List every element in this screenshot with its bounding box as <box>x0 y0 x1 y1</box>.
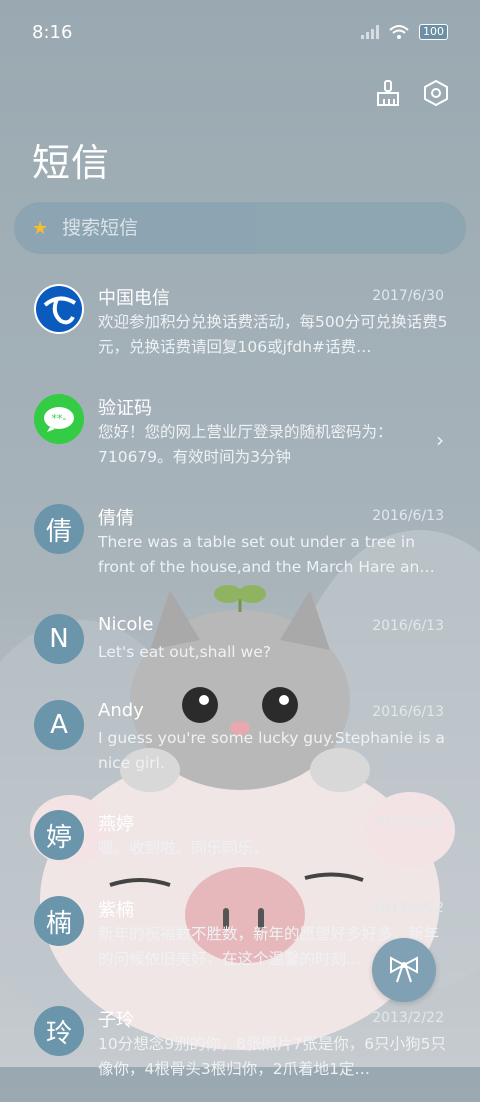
message-date: 2013/2/22 <box>372 814 444 830</box>
message-preview: 欢迎参加积分兑换话费活动，每500分可兑换话费5元，兑换话费请回复106或jfd… <box>98 313 448 356</box>
message-preview: 您好！您的网上营业厅登录的随机密码为：710679。有效时间为3分钟 <box>98 423 393 466</box>
avatar: 倩 <box>34 504 84 554</box>
message-preview: 10分想念9别的你，8张照片7张是你，6只小狗5只像你，4根骨头3根归你，2爪着… <box>98 1035 447 1078</box>
star-icon: ★ <box>32 217 49 239</box>
message-preview: 嗯。收到啦。同乐同乐。 <box>98 839 269 857</box>
avatar: 婷 <box>34 810 84 860</box>
search-bar[interactable]: ★ <box>14 202 466 254</box>
chevron-right-icon: › <box>436 428 444 452</box>
message-bubble-icon: **- <box>44 407 74 432</box>
status-icons: 100 <box>361 24 448 40</box>
avatar <box>34 284 84 334</box>
header-actions <box>374 78 450 108</box>
list-item[interactable]: 中国电信 2017/6/30 欢迎参加积分兑换话费活动，每500分可兑换话费5元… <box>0 270 480 380</box>
message-preview: Let's eat out,shall we? <box>98 643 271 661</box>
list-item[interactable]: 玲 子玲 2013/2/22 10分想念9别的你，8张照片7张是你，6只小狗5只… <box>0 992 480 1102</box>
list-item[interactable]: N Nicole 2016/6/13 Let's eat out,shall w… <box>0 600 480 686</box>
china-telecom-logo-icon <box>36 286 82 332</box>
settings-icon <box>424 79 448 107</box>
status-time: 8:16 <box>32 22 73 43</box>
message-date: 2016/6/13 <box>372 618 444 634</box>
avatar: 玲 <box>34 1006 84 1056</box>
signal-icon <box>361 25 379 39</box>
status-bar: 8:16 100 <box>0 0 480 66</box>
avatar: **- <box>34 394 84 444</box>
contact-name: Andy <box>98 700 144 721</box>
bow-icon <box>390 956 418 983</box>
contact-name: 验证码 <box>98 398 152 419</box>
broom-icon <box>377 80 399 106</box>
list-item[interactable]: 婷 燕婷 2013/2/22 嗯。收到啦。同乐同乐。 <box>0 796 480 882</box>
contact-name: 中国电信 <box>98 288 170 309</box>
list-item[interactable]: A Andy 2016/6/13 I guess you're some luc… <box>0 686 480 796</box>
list-item[interactable]: **- 验证码 您好！您的网上营业厅登录的随机密码为：710679。有效时间为3… <box>0 380 480 490</box>
svg-text:**-: **- <box>52 412 67 425</box>
contact-name: 燕婷 <box>98 814 134 835</box>
contact-name: 紫楠 <box>98 900 134 921</box>
search-input[interactable] <box>60 216 425 240</box>
contact-name: Nicole <box>98 614 154 635</box>
message-date: 2017/6/30 <box>372 288 444 304</box>
list-item[interactable]: 倩 倩倩 2016/6/13 There was a table set out… <box>0 490 480 600</box>
page-title: 短信 <box>32 141 111 185</box>
new-message-button[interactable] <box>372 938 436 1002</box>
clean-button[interactable] <box>374 78 402 108</box>
settings-button[interactable] <box>422 78 450 108</box>
message-preview: I guess you're some lucky guy.Stephanie … <box>98 729 445 772</box>
battery-icon: 100 <box>419 24 448 40</box>
message-date: 2016/6/13 <box>372 508 444 524</box>
message-date: 2013/2/22 <box>372 1010 444 1026</box>
message-preview: There was a table set out under a tree i… <box>98 533 435 576</box>
wifi-icon <box>389 25 409 39</box>
contact-name: 子玲 <box>98 1010 134 1031</box>
avatar: 楠 <box>34 896 84 946</box>
avatar: N <box>34 614 84 664</box>
avatar: A <box>34 700 84 750</box>
contact-name: 倩倩 <box>98 508 134 529</box>
message-date: 2013/2/22 <box>372 900 444 916</box>
message-date: 2016/6/13 <box>372 704 444 720</box>
